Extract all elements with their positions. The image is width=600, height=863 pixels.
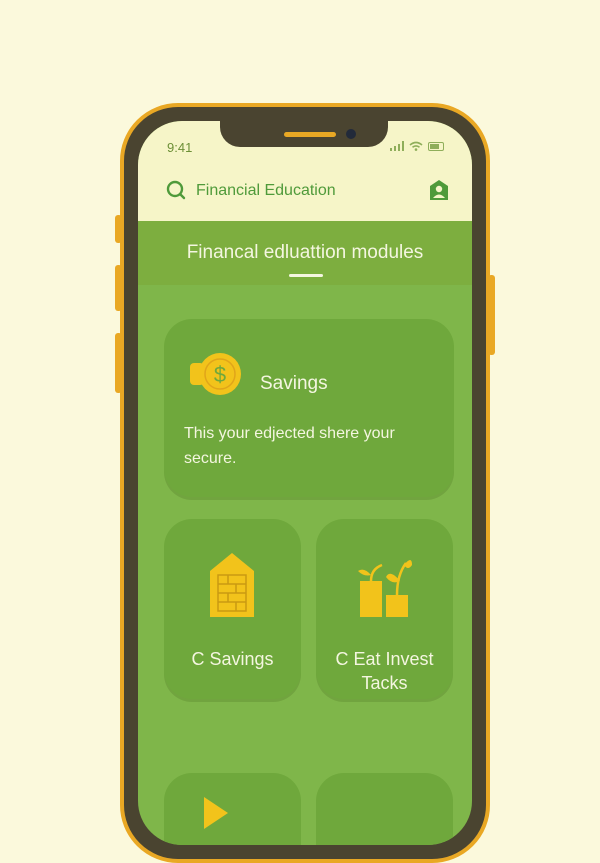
- search-icon[interactable]: [166, 180, 186, 200]
- notch: [220, 121, 388, 147]
- module-card-partial[interactable]: [164, 773, 301, 845]
- wifi-icon: [409, 141, 423, 151]
- power-button: [488, 275, 495, 355]
- house-brick-icon: [210, 553, 254, 617]
- side-button: [115, 333, 122, 393]
- app-screen: 9:41 Financial Education Financal edluat…: [138, 121, 472, 845]
- module-label: C Eat Invest Tacks: [335, 649, 434, 693]
- savings-description: This your edjected shere your secure.: [184, 425, 395, 467]
- status-icons: [390, 141, 444, 151]
- side-button: [115, 215, 122, 243]
- app-title: Financial Education: [196, 182, 336, 199]
- play-icon: [204, 797, 228, 829]
- modules-banner: Financal edluattion modules: [138, 221, 472, 285]
- module-label: C Savings: [191, 649, 274, 669]
- modules-heading: Financal edluattion modules: [186, 242, 424, 263]
- battery-icon: [428, 141, 444, 151]
- module-card-savings[interactable]: C Savings: [164, 519, 301, 699]
- module-card-partial[interactable]: [316, 773, 453, 845]
- status-time: 9:41: [167, 140, 193, 155]
- speaker: [284, 132, 336, 137]
- savings-title: Savings: [260, 373, 328, 394]
- coin-icon: $: [190, 353, 241, 395]
- side-button: [115, 265, 122, 311]
- front-camera: [346, 129, 356, 139]
- savings-card[interactable]: $ Savings This your edjected shere your …: [164, 319, 454, 497]
- signal-icon: [390, 141, 404, 151]
- svg-text:$: $: [214, 362, 226, 387]
- profile-icon[interactable]: [428, 178, 450, 202]
- phone-frame: 9:41 Financial Education Financal edluat…: [115, 103, 495, 863]
- heading-underline: [289, 274, 323, 277]
- module-card-invest[interactable]: C Eat Invest Tacks: [316, 519, 453, 699]
- plant-growth-icon: [358, 560, 412, 617]
